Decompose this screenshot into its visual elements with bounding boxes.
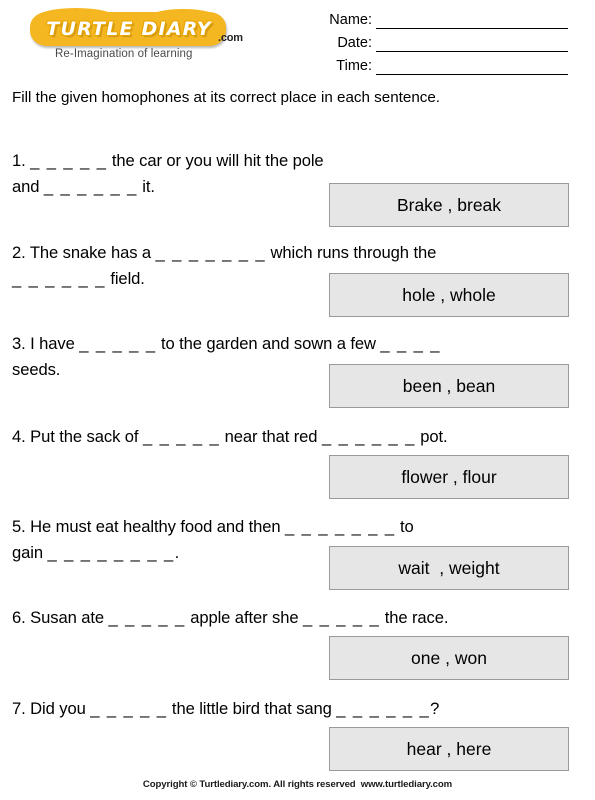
q5-segment-d: .	[174, 543, 180, 562]
question-5-answer-text: wait , weight	[398, 558, 500, 578]
q7-blank-1[interactable]: _ _ _ _ _	[90, 699, 167, 718]
q5-segment-b: to	[395, 517, 414, 536]
q2-segment-b: which runs through the	[266, 243, 437, 262]
q7-segment-b: the little bird that sang	[167, 699, 337, 718]
logo-tagline: Re-Imagination of learning	[55, 48, 193, 60]
question-4-answer-text: flower , flour	[401, 467, 497, 487]
q7-blank-2[interactable]: _ _ _ _ _ _	[336, 699, 430, 718]
time-input-line[interactable]	[376, 60, 568, 75]
copyright-footer: Copyright © Turtlediary.com. All rights …	[142, 779, 453, 790]
q1-blank-1[interactable]: _ _ _ _ _	[30, 151, 107, 170]
question-5-answer-box: wait , weight	[329, 546, 569, 590]
q1-blank-2[interactable]: _ _ _ _ _ _	[44, 177, 138, 196]
question-1-answer-box: Brake , break	[329, 183, 569, 227]
field-row-name: Name:	[318, 6, 568, 29]
question-3-answer-box: been , bean	[329, 364, 569, 408]
question-3-answer-text: been , bean	[402, 376, 496, 396]
field-row-time: Time:	[318, 52, 568, 75]
q7-segment-a: 7. Did you	[12, 699, 91, 718]
q1-segment-d: it.	[137, 177, 155, 196]
question-7-answer-text: hear , here	[406, 739, 492, 759]
q3-segment-c: seeds.	[12, 360, 61, 379]
q5-blank-2[interactable]: _ _ _ _ _ _ _ _	[47, 543, 174, 562]
q6-blank-1[interactable]: _ _ _ _ _	[109, 608, 186, 627]
q2-segment-a: 2. The snake has a	[12, 243, 156, 262]
turtle-diary-logo[interactable]: TURTLE DIARY .com Re-Imagination of lear…	[22, 8, 252, 68]
name-label: Name:	[329, 12, 372, 28]
q7-segment-c: ?	[430, 699, 440, 718]
q6-segment-c: the race.	[380, 608, 449, 627]
question-6-answer-text: one , won	[411, 648, 487, 668]
q1-segment-a: 1.	[12, 151, 31, 170]
q3-segment-a: 3. I have	[12, 334, 80, 353]
q6-segment-b: apple after she	[185, 608, 303, 627]
q6-blank-2[interactable]: _ _ _ _ _	[303, 608, 380, 627]
date-input-line[interactable]	[376, 37, 568, 52]
q2-blank-2[interactable]: _ _ _ _ _ _	[12, 269, 106, 288]
q1-segment-c: and	[12, 177, 44, 196]
q2-blank-1[interactable]: _ _ _ _ _ _ _	[156, 243, 266, 262]
logo-wordmark: TURTLE DIARY	[46, 18, 212, 40]
question-4-text: 4. Put the sack of _ _ _ _ _ near that r…	[12, 424, 587, 450]
q5-segment-c: gain	[12, 543, 48, 562]
q3-blank-2[interactable]: _ _ _ _	[380, 334, 441, 353]
q4-segment-b: near that red	[220, 427, 322, 446]
date-label: Date:	[337, 35, 372, 51]
q5-blank-1[interactable]: _ _ _ _ _ _ _	[285, 517, 395, 536]
q4-segment-a: 4. Put the sack of	[12, 427, 143, 446]
time-label: Time:	[336, 58, 372, 74]
question-4-answer-box: flower , flour	[329, 455, 569, 499]
question-2-answer-box: hole , whole	[329, 273, 569, 317]
question-2-answer-text: hole , whole	[402, 285, 496, 305]
question-6-answer-box: one , won	[329, 636, 569, 680]
q1-segment-b: the car or you will hit the pole	[107, 151, 324, 170]
q2-segment-d: field.	[105, 269, 145, 288]
q5-segment-a: 5. He must eat healthy food and then	[12, 517, 286, 536]
q6-segment-a: 6. Susan ate	[12, 608, 109, 627]
question-7-answer-box: hear , here	[329, 727, 569, 771]
question-7-text: 7. Did you _ _ _ _ _ the little bird tha…	[12, 696, 587, 722]
question-6-text: 6. Susan ate _ _ _ _ _ apple after she _…	[12, 605, 587, 631]
q3-blank-1[interactable]: _ _ _ _ _	[79, 334, 156, 353]
q3-segment-b: to the garden and sown a few	[156, 334, 381, 353]
instruction-text: Fill the given homophones at its correct…	[12, 89, 441, 106]
field-row-date: Date:	[318, 29, 568, 52]
q4-blank-2[interactable]: _ _ _ _ _ _	[322, 427, 416, 446]
logo-dotcom-text: .com	[218, 32, 243, 44]
question-1-answer-text: Brake , break	[396, 195, 502, 215]
name-input-line[interactable]	[376, 14, 568, 29]
q4-blank-1[interactable]: _ _ _ _ _	[143, 427, 220, 446]
q4-segment-c: pot.	[415, 427, 448, 446]
student-info-fields: Name: Date: Time:	[318, 6, 568, 75]
worksheet-header: TURTLE DIARY .com Re-Imagination of lear…	[0, 0, 595, 82]
